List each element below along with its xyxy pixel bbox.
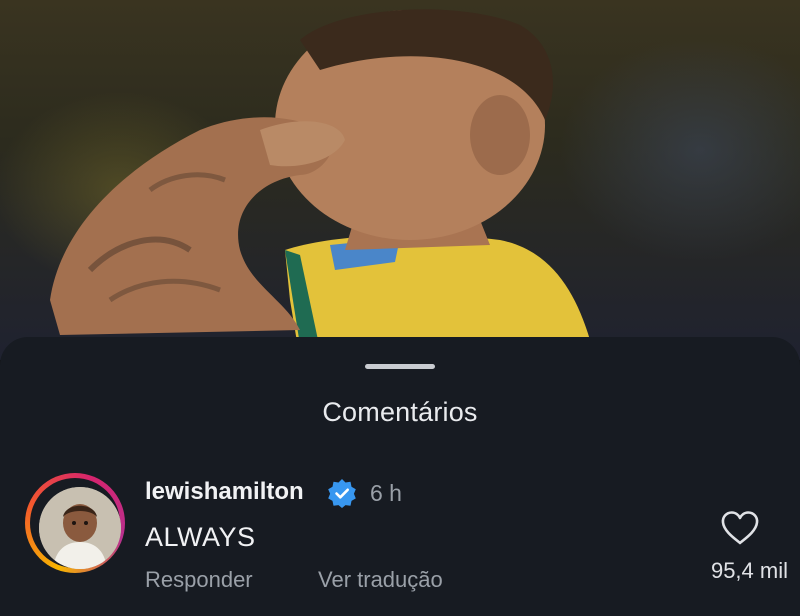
story-ring-avatar[interactable] <box>25 473 125 573</box>
comment-username[interactable]: lewishamilton <box>145 478 304 506</box>
comments-sheet: Comentários lewishamilton 6 h ALWAYS Res… <box>0 337 800 616</box>
screen: Comentários lewishamilton 6 h ALWAYS Res… <box>0 0 800 616</box>
crying-player-image <box>50 9 590 360</box>
like-count: 95,4 mil <box>710 558 788 583</box>
post-photo <box>0 0 800 360</box>
reply-button[interactable]: Responder <box>145 567 253 593</box>
drag-handle[interactable] <box>365 364 435 369</box>
comment-text: ALWAYS <box>145 522 256 552</box>
sheet-title: Comentários <box>322 397 478 427</box>
verified-badge-icon <box>328 479 356 508</box>
baby-photo-icon <box>39 487 121 569</box>
comment-time: 6 h <box>370 480 402 506</box>
heart-icon[interactable] <box>720 510 760 546</box>
see-translation-button[interactable]: Ver tradução <box>318 567 443 593</box>
avatar[interactable] <box>39 487 121 569</box>
